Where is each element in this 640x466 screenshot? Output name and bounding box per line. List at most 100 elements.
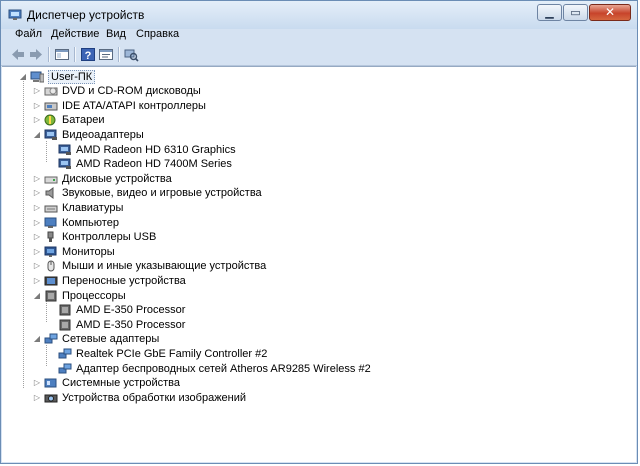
maximize-button[interactable]: ▭ (563, 4, 588, 21)
tree-device[interactable]: AMD Radeon HD 7400M Series (58, 157, 232, 172)
monitor-icon (44, 246, 57, 257)
tree-category[interactable]: ▷ Мониторы (33, 244, 115, 259)
device-manager-window: Диспетчер устройств ▁ ▭ ✕ Файл Действие … (0, 0, 638, 464)
tree-root-computer[interactable]: ◢ User-ПК (19, 69, 96, 84)
properties-icon[interactable] (98, 47, 114, 62)
display-adapter-icon (44, 129, 57, 140)
tree-category[interactable]: ▷ Дисковые устройства (33, 171, 172, 186)
tree-node-label: Переносные устройства (62, 274, 186, 287)
tree-node-label: Адаптер беспроводных сетей Atheros AR928… (76, 362, 371, 375)
expand-arrow-icon[interactable]: ▷ (33, 247, 41, 256)
tree-device[interactable]: Адаптер беспроводных сетей Atheros AR928… (58, 361, 371, 376)
tree-category[interactable]: ▷ Переносные устройства (33, 273, 186, 288)
close-icon: ✕ (604, 5, 616, 19)
computer-root-icon (30, 71, 44, 82)
tree-node-label: Видеоадаптеры (62, 128, 144, 141)
expand-arrow-icon[interactable]: ▷ (33, 379, 41, 387)
expand-arrow-icon[interactable]: ▷ (33, 276, 41, 285)
back-arrow-icon[interactable] (10, 47, 26, 62)
menu-bar: Файл Действие Вид Справка (1, 27, 637, 44)
expand-arrow-icon[interactable]: ▷ (33, 233, 41, 241)
processor-icon (59, 319, 71, 331)
imaging-device-icon (44, 394, 58, 403)
expand-arrow-icon[interactable]: ▷ (33, 393, 41, 402)
expand-arrow-icon[interactable]: ▷ (33, 203, 41, 212)
tree-category[interactable]: ▷ Системные устройства (33, 376, 180, 391)
disk-drive-icon (44, 176, 58, 184)
tree-category[interactable]: ▷ Батареи (33, 113, 105, 128)
network-adapter-icon (58, 363, 72, 373)
portable-device-icon (44, 276, 58, 286)
device-tree[interactable]: ◢ User-ПК ▷ DVD и CD-ROM дисководы ▷ IDE ATA/… (2, 66, 636, 462)
menu-view[interactable]: Вид (106, 28, 126, 40)
tree-node-label: Батареи (62, 114, 105, 127)
tree-category[interactable]: ◢ Процессоры (33, 288, 126, 303)
tree-device[interactable]: Realtek PCIe GbE Family Controller #2 (58, 346, 267, 361)
collapse-arrow-icon[interactable]: ◢ (33, 291, 41, 300)
tree-node-label: DVD и CD-ROM дисководы (62, 85, 201, 98)
tree-category[interactable]: ▷ DVD и CD-ROM дисководы (33, 84, 201, 99)
svg-text:?: ? (85, 50, 92, 62)
tree-node-label: AMD Radeon HD 6310 Graphics (76, 143, 236, 156)
tree-node-label: Системные устройства (62, 377, 181, 390)
tree-category[interactable]: ▷ IDE ATA/ATAPI контроллеры (33, 98, 206, 113)
tree-category[interactable]: ▷ Компьютер (33, 215, 119, 230)
maximize-icon: ▭ (570, 7, 581, 19)
help-icon[interactable]: ? (80, 47, 96, 62)
processor-icon (59, 304, 71, 316)
system-device-icon (44, 378, 57, 388)
expand-arrow-icon[interactable]: ▷ (33, 87, 41, 95)
close-button[interactable]: ✕ (589, 4, 631, 21)
dvd-drive-icon (44, 87, 58, 96)
tree-device[interactable]: AMD E-350 Processor (58, 317, 185, 332)
tree-node-label: User-ПК (48, 69, 96, 84)
expand-arrow-icon[interactable]: ▷ (33, 116, 41, 124)
expand-arrow-icon[interactable]: ▷ (33, 189, 41, 197)
tree-node-label: IDE ATA/ATAPI контроллеры (62, 99, 206, 112)
expand-arrow-icon[interactable]: ▷ (33, 218, 41, 227)
minimize-button[interactable]: ▁ (537, 4, 562, 21)
tree-node-label: Устройства обработки изображений (62, 391, 247, 404)
collapse-arrow-icon[interactable]: ◢ (19, 72, 27, 81)
show-hide-console-icon[interactable] (54, 47, 70, 62)
tree-node-label: Realtek PCIe GbE Family Controller #2 (76, 347, 268, 360)
display-adapter-icon (58, 158, 71, 170)
minimize-icon: ▁ (545, 7, 554, 19)
menu-file[interactable]: Файл (15, 28, 42, 40)
expand-arrow-icon[interactable]: ▷ (33, 262, 41, 270)
tree-node-label: Клавиатуры (62, 201, 124, 214)
tree-device[interactable]: AMD Radeon HD 6310 Graphics (58, 142, 236, 157)
usb-icon (47, 231, 54, 243)
speaker-icon (45, 187, 54, 200)
network-adapter-icon (58, 348, 72, 359)
network-adapter-icon (44, 333, 58, 344)
tree-node-label: Сетевые адаптеры (62, 333, 160, 346)
tree-node-label: Контроллеры USB (62, 231, 157, 244)
device-manager-icon (8, 9, 22, 20)
expand-arrow-icon[interactable]: ▷ (33, 174, 41, 183)
menu-action[interactable]: Действие (51, 28, 99, 40)
window-title: Диспетчер устройств (27, 8, 145, 22)
collapse-arrow-icon[interactable]: ◢ (33, 335, 41, 343)
tree-category[interactable]: ▷ Устройства обработки изображений (33, 390, 246, 405)
menu-help[interactable]: Справка (136, 28, 179, 40)
tree-category[interactable]: ▷ Контроллеры USB (33, 230, 156, 245)
tree-category[interactable]: ▷ Мыши и иные указывающие устройства (33, 259, 266, 274)
tree-device[interactable]: AMD E-350 Processor (58, 303, 185, 318)
tree-node-label: Мыши и иные указывающие устройства (62, 260, 267, 273)
forward-arrow-icon[interactable] (28, 47, 44, 62)
scan-hardware-icon[interactable] (123, 47, 139, 62)
keyboard-icon (44, 205, 58, 213)
tree-node-label: AMD E-350 Processor (76, 318, 186, 331)
mouse-icon (47, 260, 55, 272)
tree-category[interactable]: ▷ Клавиатуры (33, 200, 123, 215)
battery-icon (44, 114, 56, 126)
tree-category[interactable]: ◢ Сетевые адаптеры (33, 332, 159, 347)
title-bar[interactable]: Диспетчер устройств ▁ ▭ ✕ (1, 1, 637, 29)
tree-node-label: Процессоры (62, 289, 126, 302)
expand-arrow-icon[interactable]: ▷ (33, 101, 41, 110)
collapse-arrow-icon[interactable]: ◢ (33, 130, 41, 139)
tree-node-label: AMD Radeon HD 7400M Series (76, 158, 232, 171)
tree-category[interactable]: ▷ Звуковые, видео и игровые устройства (33, 186, 262, 201)
tree-category[interactable]: ◢ Видеоадаптеры (33, 127, 144, 142)
